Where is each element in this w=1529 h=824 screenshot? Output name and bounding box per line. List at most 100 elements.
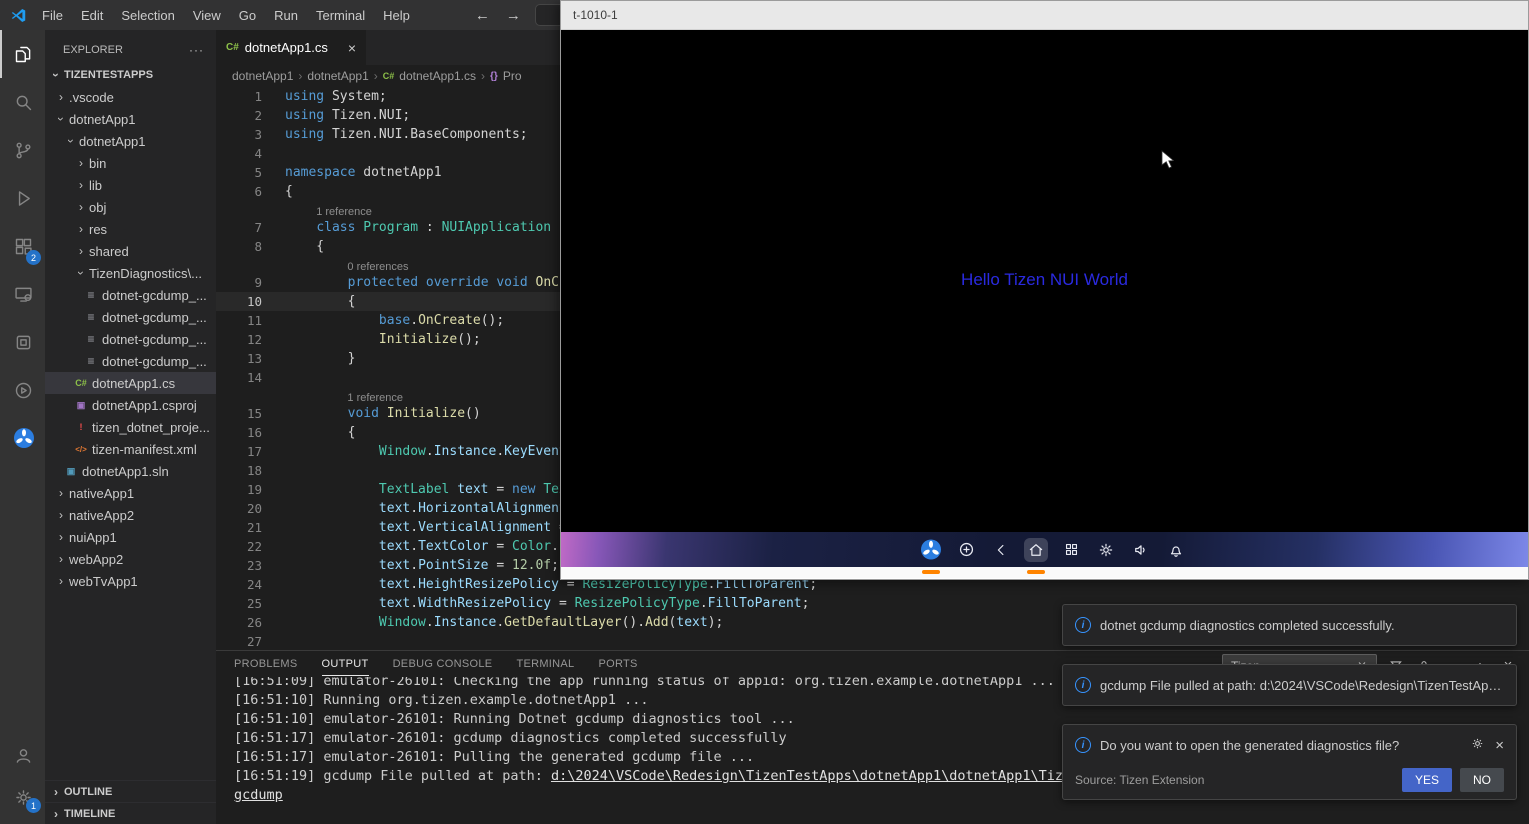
panel-tab-output[interactable]: OUTPUT: [322, 652, 369, 676]
tree-item-bin[interactable]: ›bin: [45, 152, 216, 174]
breadcrumb-item[interactable]: Pro: [503, 69, 522, 83]
section-header-outline[interactable]: › OUTLINE: [45, 780, 216, 802]
file-file-icon: ≡: [83, 354, 99, 368]
tree-item-lib[interactable]: ›lib: [45, 174, 216, 196]
section-header-tizentestapps[interactable]: › TIZENTESTAPPS: [45, 64, 216, 86]
breadcrumb-item[interactable]: dotnetApp1: [232, 69, 293, 83]
back-arrow-icon[interactable]: ←: [475, 7, 490, 24]
tree-item-obj[interactable]: ›obj: [45, 196, 216, 218]
tree-item-vscode[interactable]: ›.vscode: [45, 86, 216, 108]
info-icon: i: [1075, 617, 1091, 633]
line-number: 26: [216, 615, 262, 630]
accounts-icon[interactable]: [0, 734, 45, 776]
menu-selection[interactable]: Selection: [112, 0, 183, 30]
tree-item-dotnetapp1[interactable]: ›dotnetApp1: [45, 108, 216, 130]
tree-item-label: .vscode: [69, 90, 114, 105]
breadcrumb-item[interactable]: dotnetApp1: [307, 69, 368, 83]
activity-bar: 2 1: [0, 30, 45, 824]
file-file-icon: ≡: [83, 288, 99, 302]
tree-item-tizendiagnostics[interactable]: ›TizenDiagnostics\...: [45, 262, 216, 284]
more-actions-icon[interactable]: ···: [189, 43, 204, 57]
menu-run[interactable]: Run: [265, 0, 307, 30]
no-button[interactable]: NO: [1460, 768, 1504, 792]
panel-tab-terminal[interactable]: TERMINAL: [516, 652, 574, 676]
code-text: using Tizen.NUI.BaseComponents;: [262, 127, 528, 142]
breadcrumb-item[interactable]: dotnetApp1.cs: [399, 69, 476, 83]
home-icon[interactable]: [1024, 538, 1048, 562]
tree-item-webtvapp1[interactable]: ›webTvApp1: [45, 570, 216, 592]
menu-edit[interactable]: Edit: [72, 0, 112, 30]
menu-file[interactable]: File: [33, 0, 72, 30]
tree-item-res[interactable]: ›res: [45, 218, 216, 240]
section-header-timeline[interactable]: › TIMELINE: [45, 802, 216, 824]
tree-item-nativeapp1[interactable]: ›nativeApp1: [45, 482, 216, 504]
line-number: 6: [216, 184, 262, 199]
line-number: 20: [216, 501, 262, 516]
active-indicator: [1027, 570, 1045, 574]
remote-explorer-icon[interactable]: [0, 270, 45, 318]
code-text: {: [262, 425, 355, 440]
explorer-icon[interactable]: [0, 30, 45, 78]
extensions-icon[interactable]: 2: [0, 222, 45, 270]
menu-terminal[interactable]: Terminal: [307, 0, 374, 30]
tree-item-tizen-manifest-xml[interactable]: </>tizen-manifest.xml: [45, 438, 216, 460]
tree-item-label: tizen-manifest.xml: [92, 442, 197, 457]
log-link[interactable]: gcdump: [234, 787, 283, 803]
notification-settings-gear-icon[interactable]: [1470, 736, 1485, 754]
close-notification-icon[interactable]: ×: [1495, 737, 1504, 754]
forward-arrow-icon[interactable]: →: [506, 7, 521, 24]
manage-icon[interactable]: 1: [0, 776, 45, 818]
tree-item-nativeapp2[interactable]: ›nativeApp2: [45, 504, 216, 526]
tizen-logo-icon[interactable]: [919, 538, 943, 562]
line-number: 9: [216, 275, 262, 290]
menu-help[interactable]: Help: [374, 0, 419, 30]
tree-item-dotnet-gcdump[interactable]: ≡dotnet-gcdump_...: [45, 306, 216, 328]
emulator-title-bar[interactable]: t-1010-1: [561, 1, 1528, 30]
tizen-extension-icon[interactable]: [0, 414, 45, 462]
tree-item-dotnet-gcdump[interactable]: ≡dotnet-gcdump_...: [45, 284, 216, 306]
panel-tab-ports[interactable]: PORTS: [598, 652, 637, 676]
tree-item-shared[interactable]: ›shared: [45, 240, 216, 262]
tree-item-dotnetapp1-csproj[interactable]: ▣dotnetApp1.csproj: [45, 394, 216, 416]
tree-item-nuiapp1[interactable]: ›nuiApp1: [45, 526, 216, 548]
settings-icon[interactable]: [1094, 538, 1118, 562]
source-control-icon[interactable]: [0, 126, 45, 174]
search-icon[interactable]: [0, 78, 45, 126]
tree-item-dotnetapp1-sln[interactable]: ▣dotnetApp1.sln: [45, 460, 216, 482]
menu-view[interactable]: View: [184, 0, 230, 30]
tree-item-webapp2[interactable]: ›webApp2: [45, 548, 216, 570]
notification-text: dotnet gcdump diagnostics completed succ…: [1100, 618, 1395, 633]
line-number: 15: [216, 406, 262, 421]
menu-go[interactable]: Go: [230, 0, 265, 30]
panel-tab-problems[interactable]: PROBLEMS: [234, 652, 298, 676]
tree-item-label: dotnet-gcdump_...: [102, 332, 207, 347]
emulator-screen[interactable]: Hello Tizen NUI World: [561, 30, 1528, 532]
panel-tab-debug-console[interactable]: DEBUG CONSOLE: [393, 652, 493, 676]
apps-grid-icon[interactable]: [1059, 538, 1083, 562]
warn-file-icon: !: [73, 422, 89, 432]
chevron-icon: ›: [74, 265, 88, 281]
yes-button[interactable]: YES: [1402, 768, 1452, 792]
tree-item-label: dotnet-gcdump_...: [102, 354, 207, 369]
zoom-icon[interactable]: [954, 538, 978, 562]
notifications-icon[interactable]: [1164, 538, 1188, 562]
tree-item-dotnetapp1[interactable]: ›dotnetApp1: [45, 130, 216, 152]
tab-dotnetapp1-cs[interactable]: C# dotnetApp1.cs ×: [216, 30, 366, 65]
tree-item-dotnet-gcdump[interactable]: ≡dotnet-gcdump_...: [45, 350, 216, 372]
run-and-debug-icon[interactable]: [0, 174, 45, 222]
info-icon: i: [1075, 677, 1091, 693]
log-link[interactable]: d:\2024\VSCode\Redesign\TizenTestApps\do…: [551, 768, 1112, 784]
tizen-device-manager-icon[interactable]: [0, 318, 45, 366]
tree-item-label: dotnetApp1.sln: [82, 464, 169, 479]
tree-item-tizen-dotnet-proje[interactable]: !tizen_dotnet_proje...: [45, 416, 216, 438]
tree-item-dotnetapp1-cs[interactable]: C#dotnetApp1.cs: [45, 372, 216, 394]
volume-icon[interactable]: [1129, 538, 1153, 562]
notification-file-pulled: i gcdump File pulled at path: d:\2024\VS…: [1062, 664, 1517, 706]
chevron-icon: ›: [73, 244, 89, 258]
tree-item-dotnet-gcdump[interactable]: ≡dotnet-gcdump_...: [45, 328, 216, 350]
chevron-icon: ›: [73, 200, 89, 214]
back-icon[interactable]: [989, 538, 1013, 562]
notification-source: Source: Tizen Extension: [1075, 773, 1204, 787]
tizen-emulator-manager-icon[interactable]: [0, 366, 45, 414]
close-tab-icon[interactable]: ×: [348, 40, 356, 56]
